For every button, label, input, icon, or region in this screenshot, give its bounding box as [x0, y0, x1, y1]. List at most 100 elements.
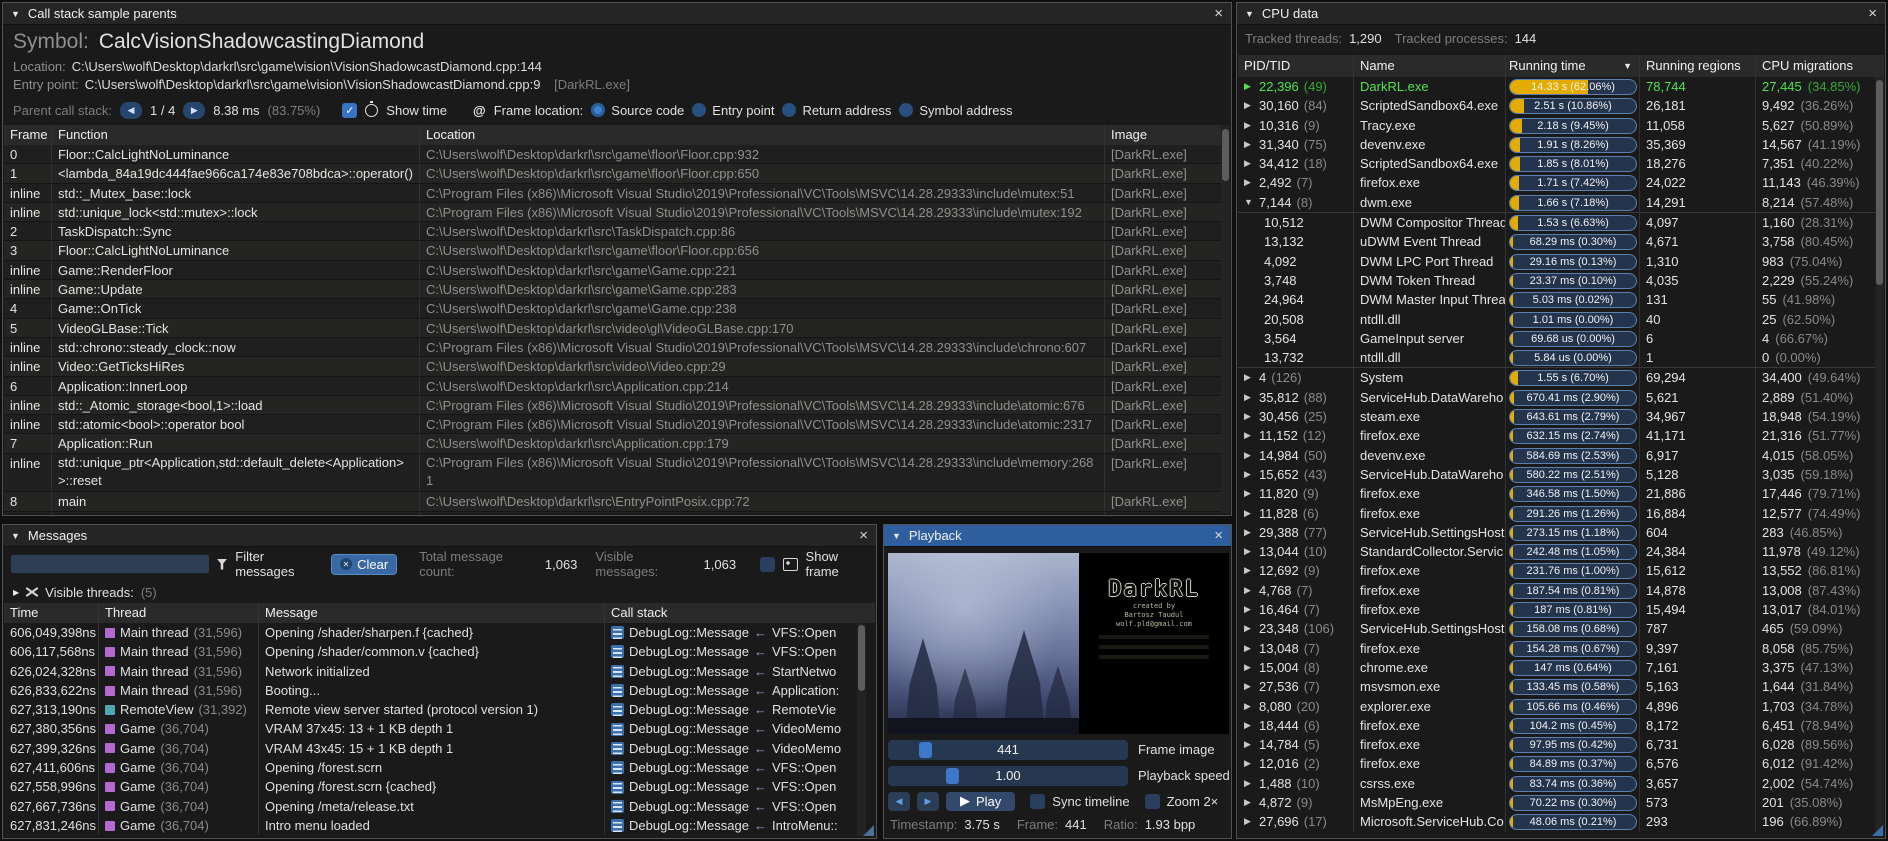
zoom-2x-checkbox[interactable]: [1145, 794, 1160, 809]
expand-icon[interactable]: ▶: [1244, 774, 1254, 793]
cpu-row[interactable]: ▶12,016(2)firefox.exe84.89 ms (0.37%)6,5…: [1238, 754, 1884, 773]
expander-icon[interactable]: ▶: [13, 588, 19, 597]
prev-frame-button[interactable]: ◀: [888, 792, 910, 811]
collapse-icon[interactable]: ▼: [11, 531, 20, 541]
next-callstack-button[interactable]: ▶: [183, 102, 205, 119]
expand-icon[interactable]: ▶: [1244, 426, 1254, 445]
cpu-row[interactable]: ▶11,820(9)firefox.exe346.58 ms (1.50%)21…: [1238, 484, 1884, 503]
clear-button[interactable]: ✕ Clear: [331, 554, 397, 575]
expand-icon[interactable]: ▶: [1244, 697, 1254, 716]
cpu-row[interactable]: ▶8,080(20)explorer.exe105.66 ms (0.46%)4…: [1238, 697, 1884, 716]
cpu-row[interactable]: ▶30,160(84)ScriptedSandbox64.exe2.51 s (…: [1238, 96, 1884, 115]
cpu-row[interactable]: ▶11,828(6)firefox.exe291.26 ms (1.26%)16…: [1238, 504, 1884, 523]
expand-icon[interactable]: ▶: [1244, 407, 1254, 426]
message-callstack[interactable]: DebugLog::Message←StartNetwo: [605, 662, 851, 681]
cpu-row[interactable]: ▶27,696(17)Microsoft.ServiceHub.Co48.06 …: [1238, 812, 1884, 831]
close-icon[interactable]: ×: [1868, 6, 1877, 21]
expand-icon[interactable]: ▶: [1244, 96, 1254, 115]
message-callstack[interactable]: DebugLog::Message←VFS::Open: [605, 758, 851, 777]
cpu-row[interactable]: ▶18,444(6)firefox.exe104.2 ms (0.45%)8,1…: [1238, 716, 1884, 735]
cpu-row[interactable]: 3,564GameInput server69.68 us (0.00%)64(…: [1238, 329, 1884, 348]
column-frame[interactable]: Frame: [4, 125, 52, 145]
play-button[interactable]: ▶ Play: [946, 792, 1015, 811]
cpu-row[interactable]: 3,748DWM Token Thread23.37 ms (0.10%)4,0…: [1238, 271, 1884, 290]
cpu-row[interactable]: ▶1,488(10)csrss.exe83.74 ms (0.36%)3,657…: [1238, 774, 1884, 793]
collapse-icon[interactable]: ▼: [892, 531, 901, 541]
cpu-row[interactable]: 4,092DWM LPC Port Thread29.16 ms (0.13%)…: [1238, 252, 1884, 271]
cpu-row[interactable]: ▶4(126)System1.55 s (6.70%)69,29434,400(…: [1238, 368, 1884, 387]
message-callstack[interactable]: DebugLog::Message←RemoteVie: [605, 700, 851, 719]
sync-timeline-checkbox[interactable]: [1030, 794, 1045, 809]
column-function[interactable]: Function: [52, 125, 420, 145]
cpu-row[interactable]: ▼7,144(8)dwm.exe1.66 s (7.18%)14,2918,21…: [1238, 193, 1884, 212]
expand-icon[interactable]: ▶: [1244, 504, 1254, 523]
column-location[interactable]: Location: [420, 125, 1105, 145]
expand-icon[interactable]: ▶: [1244, 542, 1254, 561]
collapse-icon[interactable]: ▼: [1244, 193, 1254, 212]
radio-entry-point[interactable]: Entry point: [692, 103, 774, 118]
close-icon[interactable]: ×: [1214, 528, 1223, 543]
cpu-row[interactable]: 20,508ntdll.dll1.01 ms (0.00%)4025(62.50…: [1238, 310, 1884, 329]
expand-icon[interactable]: ▶: [1244, 600, 1254, 619]
cpu-row[interactable]: ▶10,316(9)Tracy.exe2.18 s (9.45%)11,0585…: [1238, 116, 1884, 135]
show-time-checkbox[interactable]: ✓: [342, 103, 357, 118]
cpu-row[interactable]: ▶4,872(9)MsMpEng.exe70.22 ms (0.30%)5732…: [1238, 793, 1884, 812]
cpu-row[interactable]: ▶14,984(50)devenv.exe584.69 ms (2.53%)6,…: [1238, 446, 1884, 465]
column-time[interactable]: Time: [4, 603, 99, 623]
expand-icon[interactable]: ▶: [1244, 77, 1254, 96]
cpu-row[interactable]: ▶11,152(12)firefox.exe632.15 ms (2.74%)4…: [1238, 426, 1884, 445]
cpu-row[interactable]: ▶16,464(7)firefox.exe187 ms (0.81%)15,49…: [1238, 600, 1884, 619]
radio-symbol-address[interactable]: Symbol address: [899, 103, 1012, 118]
expand-icon[interactable]: ▶: [1244, 754, 1254, 773]
expand-icon[interactable]: ▶: [1244, 812, 1254, 831]
scrollbar-handle[interactable]: [1222, 129, 1229, 181]
cpu-row[interactable]: ▶2,492(7)firefox.exe1.71 s (7.42%)24,022…: [1238, 173, 1884, 192]
show-frame-checkbox[interactable]: [760, 557, 775, 572]
message-callstack[interactable]: DebugLog::Message←VFS::Open: [605, 623, 851, 642]
expand-icon[interactable]: ▶: [1244, 581, 1254, 600]
prev-callstack-button[interactable]: ◀: [120, 102, 142, 119]
message-callstack[interactable]: DebugLog::Message←VideoMemo: [605, 719, 851, 738]
cpu-row[interactable]: ▶4,768(7)firefox.exe187.54 ms (0.81%)14,…: [1238, 581, 1884, 600]
cpu-row[interactable]: ▶23,348(106)ServiceHub.SettingsHost158.0…: [1238, 619, 1884, 638]
expand-icon[interactable]: ▶: [1244, 793, 1254, 812]
expand-icon[interactable]: ▶: [1244, 388, 1254, 407]
expand-icon[interactable]: ▶: [1244, 658, 1254, 677]
expand-icon[interactable]: ▶: [1244, 639, 1254, 658]
expand-icon[interactable]: ▶: [1244, 716, 1254, 735]
expand-icon[interactable]: ▶: [1244, 173, 1254, 192]
cpu-row[interactable]: ▶15,004(8)chrome.exe147 ms (0.64%)7,1613…: [1238, 658, 1884, 677]
cpu-row[interactable]: ▶14,784(5)firefox.exe97.95 ms (0.42%)6,7…: [1238, 735, 1884, 754]
resize-grip[interactable]: [1872, 825, 1883, 836]
expand-icon[interactable]: ▶: [1244, 484, 1254, 503]
expand-icon[interactable]: ▶: [1244, 368, 1254, 387]
column-cpu-migrations[interactable]: CPU migrations: [1756, 55, 1874, 77]
scrollbar-handle[interactable]: [1876, 80, 1883, 285]
column-message[interactable]: Message: [259, 603, 605, 623]
message-callstack[interactable]: DebugLog::Message←IntroMenu::: [605, 816, 851, 835]
column-running-time[interactable]: Running time ▼: [1506, 55, 1640, 77]
cpu-row[interactable]: 13,732ntdll.dll5.84 us (0.00%)10(0.00%): [1238, 348, 1884, 368]
column-running-regions[interactable]: Running regions: [1640, 55, 1756, 77]
cpu-row[interactable]: 13,132uDWM Event Thread68.29 ms (0.30%)4…: [1238, 232, 1884, 251]
resize-grip[interactable]: [863, 825, 874, 836]
cpu-row[interactable]: ▶22,396(49)DarkRL.exe14.33 s (62.06%)78,…: [1238, 77, 1884, 96]
visible-threads-row[interactable]: ▶ Visible threads: (5): [13, 583, 157, 601]
cpu-row[interactable]: ▶31,340(75)devenv.exe1.91 s (8.26%)35,36…: [1238, 135, 1884, 154]
column-callstack[interactable]: Call stack: [605, 603, 851, 623]
close-icon[interactable]: ×: [859, 528, 868, 543]
column-name[interactable]: Name: [1354, 55, 1506, 77]
cpu-row[interactable]: ▶15,652(43)ServiceHub.DataWareho580.22 m…: [1238, 465, 1884, 484]
expand-icon[interactable]: ▶: [1244, 446, 1254, 465]
next-frame-button[interactable]: ▶: [917, 792, 939, 811]
frame-image-slider[interactable]: 441: [888, 740, 1128, 760]
cpu-row[interactable]: ▶29,388(77)ServiceHub.SettingsHost273.15…: [1238, 523, 1884, 542]
scrollbar-handle[interactable]: [858, 625, 865, 691]
expand-icon[interactable]: ▶: [1244, 523, 1254, 542]
collapse-icon[interactable]: ▼: [1245, 9, 1254, 19]
radio-source-code[interactable]: Source code: [591, 103, 684, 118]
column-pid-tid[interactable]: PID/TID: [1238, 55, 1354, 77]
expand-icon[interactable]: ▶: [1244, 154, 1254, 173]
cpu-row[interactable]: ▶35,812(88)ServiceHub.DataWareho670.41 m…: [1238, 388, 1884, 407]
expand-icon[interactable]: ▶: [1244, 465, 1254, 484]
